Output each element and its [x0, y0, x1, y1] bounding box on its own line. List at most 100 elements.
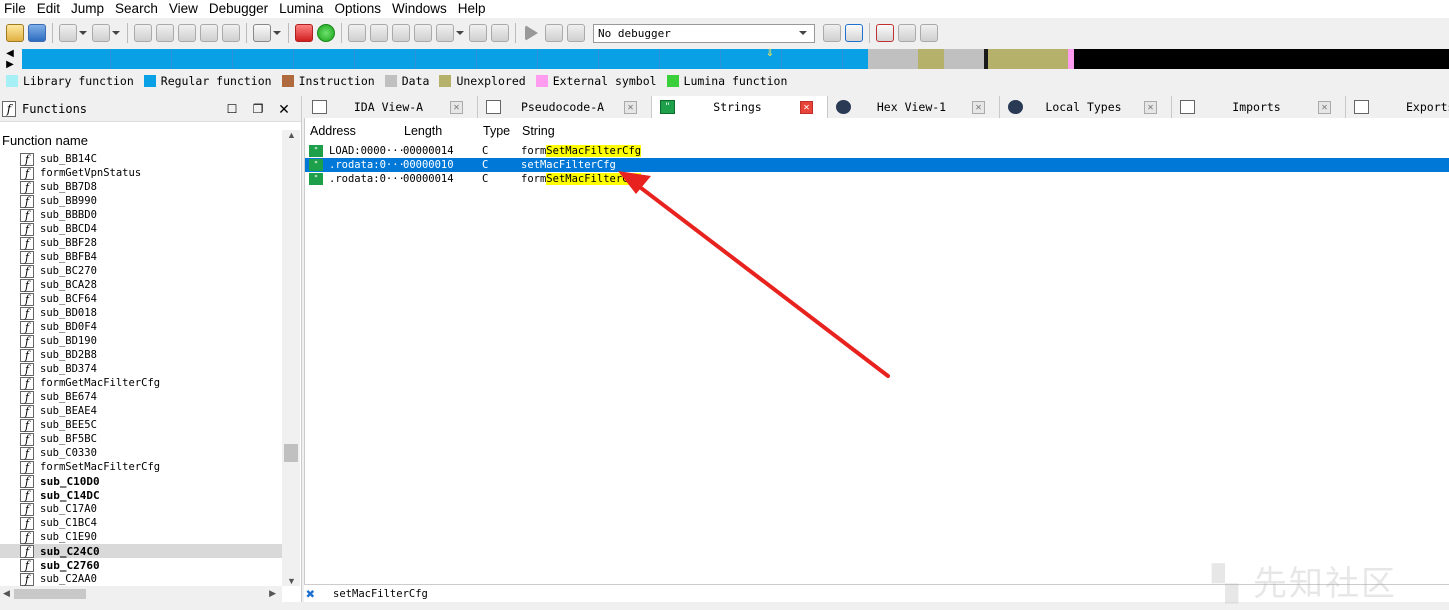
function-list-item[interactable]: f formSetMacFilterCfg: [0, 460, 282, 474]
chevron-down-icon[interactable]: [456, 31, 464, 35]
close-icon[interactable]: ✕: [972, 100, 985, 114]
function-name-column-header[interactable]: Function name: [0, 130, 301, 152]
close-icon[interactable]: ✕: [624, 100, 637, 114]
close-icon[interactable]: ✕: [1144, 100, 1157, 114]
function-list-item[interactable]: f sub_BE674: [0, 390, 282, 404]
function-list-item[interactable]: f sub_C14DC: [0, 488, 282, 502]
back-icon[interactable]: [59, 24, 77, 42]
function-list-item[interactable]: f sub_BD018: [0, 306, 282, 320]
menu-view[interactable]: View: [165, 0, 205, 18]
graph-icon[interactable]: [295, 24, 313, 42]
function-list-item[interactable]: f sub_BD0F4: [0, 320, 282, 334]
diamond-icon[interactable]: [491, 24, 509, 42]
menu-windows[interactable]: Windows: [388, 0, 454, 18]
column-length[interactable]: Length: [399, 124, 478, 138]
scroll-down-icon[interactable]: ▼: [287, 576, 296, 586]
function-list-item[interactable]: f sub_BD190: [0, 334, 282, 348]
open-icon[interactable]: [6, 24, 24, 42]
function-list-item[interactable]: f sub_BD374: [0, 362, 282, 376]
function-list-item[interactable]: f sub_BBF28: [0, 236, 282, 250]
tab-exports[interactable]: Exports: [1346, 96, 1449, 118]
column-string[interactable]: String: [517, 124, 555, 138]
stop-icon[interactable]: [567, 24, 585, 42]
names-icon[interactable]: [436, 24, 454, 42]
make-code-icon[interactable]: [134, 24, 152, 42]
list-icon[interactable]: [898, 24, 916, 42]
nav-scroll-arrows[interactable]: ◀ ▶: [0, 48, 20, 70]
c-icon[interactable]: [823, 24, 841, 42]
enum-icon[interactable]: [392, 24, 410, 42]
function-list-item[interactable]: f sub_BBCD4: [0, 222, 282, 236]
close-filter-icon[interactable]: ✖: [306, 585, 315, 603]
function-list-item[interactable]: f sub_BCA28: [0, 278, 282, 292]
function-list-item[interactable]: f sub_C1E90: [0, 530, 282, 544]
undefine-icon[interactable]: [200, 24, 218, 42]
function-list-item[interactable]: f sub_C1BC4: [0, 516, 282, 530]
text-search-icon[interactable]: [253, 24, 271, 42]
segment-icon[interactable]: [414, 24, 432, 42]
function-list-item[interactable]: f sub_BB14C: [0, 152, 282, 166]
make-array-icon[interactable]: [178, 24, 196, 42]
function-list-item[interactable]: f sub_C10D0: [0, 474, 282, 488]
function-list-item[interactable]: f sub_BEE5C: [0, 418, 282, 432]
function-list-item[interactable]: f sub_C2AA0: [0, 572, 282, 586]
tab-strings[interactable]: " Strings ✕: [652, 96, 828, 118]
function-list-item[interactable]: f sub_BCF64: [0, 292, 282, 306]
scroll-left-icon[interactable]: ◀: [3, 588, 10, 599]
debugger-select[interactable]: No debugger: [593, 23, 815, 43]
function-list-item[interactable]: f sub_BF5BC: [0, 432, 282, 446]
save-icon[interactable]: [28, 24, 46, 42]
scroll-up-icon[interactable]: ▲: [287, 130, 296, 140]
make-data-icon[interactable]: [156, 24, 174, 42]
string-row[interactable]: " LOAD:0000··· 00000014 CformSetMacFilterCf…: [305, 144, 1449, 158]
restore-icon[interactable]: ❐: [251, 102, 265, 116]
maximize-icon[interactable]: ☐: [225, 102, 239, 116]
breakpoints-icon[interactable]: [876, 24, 894, 42]
close-icon[interactable]: ✕: [1318, 100, 1331, 114]
function-list-item[interactable]: f sub_BEAE4: [0, 404, 282, 418]
tab-imports[interactable]: Imports ✕: [1172, 96, 1346, 118]
function-list-item[interactable]: f sub_BC270: [0, 264, 282, 278]
close-icon[interactable]: ✕: [277, 102, 291, 116]
lumina-icon[interactable]: [317, 24, 335, 42]
menu-file[interactable]: File: [0, 0, 33, 18]
xref-icon[interactable]: [348, 24, 366, 42]
list-settings-icon[interactable]: [920, 24, 938, 42]
function-list-item[interactable]: f sub_C2760: [0, 558, 282, 572]
pause-icon[interactable]: [545, 24, 563, 42]
string-row[interactable]: " .rodata:0··· 00000014 CformSetMacFilterCf…: [305, 172, 1449, 186]
struct-icon[interactable]: [370, 24, 388, 42]
menu-jump[interactable]: Jump: [67, 0, 111, 18]
menu-edit[interactable]: Edit: [33, 0, 67, 18]
refresh-c-icon[interactable]: [845, 24, 863, 42]
function-list-item[interactable]: f sub_C24C0: [0, 544, 282, 558]
scrollbar-thumb[interactable]: [284, 444, 298, 462]
string-row[interactable]: " .rodata:0··· 00000010 CsetMacFilterCfg: [305, 158, 1449, 172]
function-list-item[interactable]: f formGetMacFilterCfg: [0, 376, 282, 390]
functions-vertical-scrollbar[interactable]: ▲ ▼: [282, 130, 300, 586]
scroll-right-icon[interactable]: ▶: [269, 588, 276, 599]
tab-pseudocode[interactable]: Pseudocode-A ✕: [478, 96, 652, 118]
function-list-item[interactable]: f sub_C0330: [0, 446, 282, 460]
menu-debugger[interactable]: Debugger: [205, 0, 275, 18]
function-list-item[interactable]: f sub_BBFB4: [0, 250, 282, 264]
play-icon[interactable]: [525, 25, 538, 41]
function-list-item[interactable]: f sub_BB990: [0, 194, 282, 208]
chevron-down-icon[interactable]: [112, 31, 120, 35]
menu-options[interactable]: Options: [330, 0, 388, 18]
function-list-item[interactable]: f sub_C17A0: [0, 502, 282, 516]
column-type[interactable]: Type: [478, 124, 517, 138]
patch-icon[interactable]: [469, 24, 487, 42]
filter-input[interactable]: setMacFilterCfg: [325, 588, 428, 600]
tab-local-types[interactable]: Local Types ✕: [1000, 96, 1172, 118]
function-list-item[interactable]: f formGetVpnStatus: [0, 166, 282, 180]
function-list-item[interactable]: f sub_BBBD0: [0, 208, 282, 222]
function-list-item[interactable]: f sub_BD2B8: [0, 348, 282, 362]
tab-ida-view[interactable]: IDA View-A ✕: [304, 96, 478, 118]
close-icon[interactable]: ✕: [800, 100, 813, 114]
function-list-item[interactable]: f sub_BB7D8: [0, 180, 282, 194]
chevron-down-icon[interactable]: [273, 31, 281, 35]
menu-help[interactable]: Help: [454, 0, 493, 18]
menu-search[interactable]: Search: [111, 0, 165, 18]
navigation-band[interactable]: ◀ ▶ ⇓: [0, 48, 1449, 70]
